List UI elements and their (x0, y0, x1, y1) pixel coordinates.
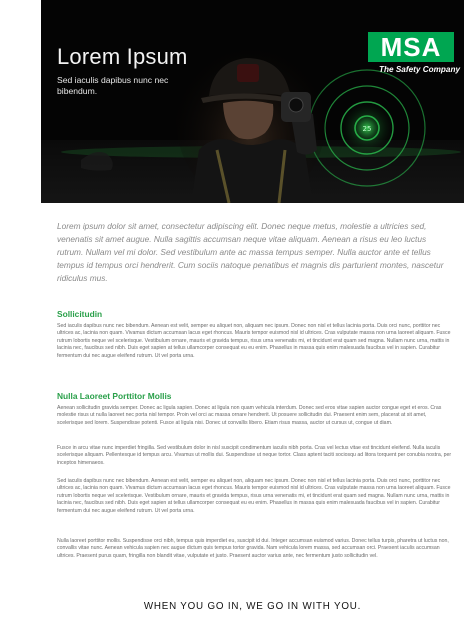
hero-banner: 25 Lorem Ipsum Sed iaculis dapibus nunc … (41, 0, 464, 203)
hero-subtitle: Sed iaculis dapibus nunc nec bibendum. (57, 75, 169, 96)
footer-slogan: WHEN YOU GO IN, WE GO IN WITH YOU. (143, 601, 362, 612)
section-heading-nulla: Nulla Laoreet Porttitor Mollis (57, 391, 172, 401)
svg-text:25: 25 (363, 125, 372, 133)
logo-tagline: The Safety Company (379, 65, 460, 74)
msa-logo: MSA The Safety Company (364, 32, 460, 80)
firefighter-hero-image: 25 (41, 0, 464, 203)
intro-paragraph: Lorem ipsum dolor sit amet, consectetur … (57, 221, 444, 283)
section-heading-sollicitudin: Sollicitudin (57, 309, 103, 319)
section-2-paragraph-1: Aenean sollicitudin gravida semper. Done… (57, 405, 442, 426)
section-2-paragraph-2: Fusce in arcu vitae nunc imperdiet fring… (57, 445, 452, 466)
section-1-paragraph-1: Sed iaculis dapibus nunc nec bibendum. A… (57, 323, 451, 359)
section-2-paragraph-3: Sed iaculis dapibus nunc nec bibendum. A… (57, 478, 451, 514)
logo-mark: MSA (368, 32, 454, 62)
hero-title: Lorem Ipsum (57, 44, 188, 69)
section-2-paragraph-4: Nulla laoreet porttitor mollis. Suspendi… (57, 538, 449, 559)
